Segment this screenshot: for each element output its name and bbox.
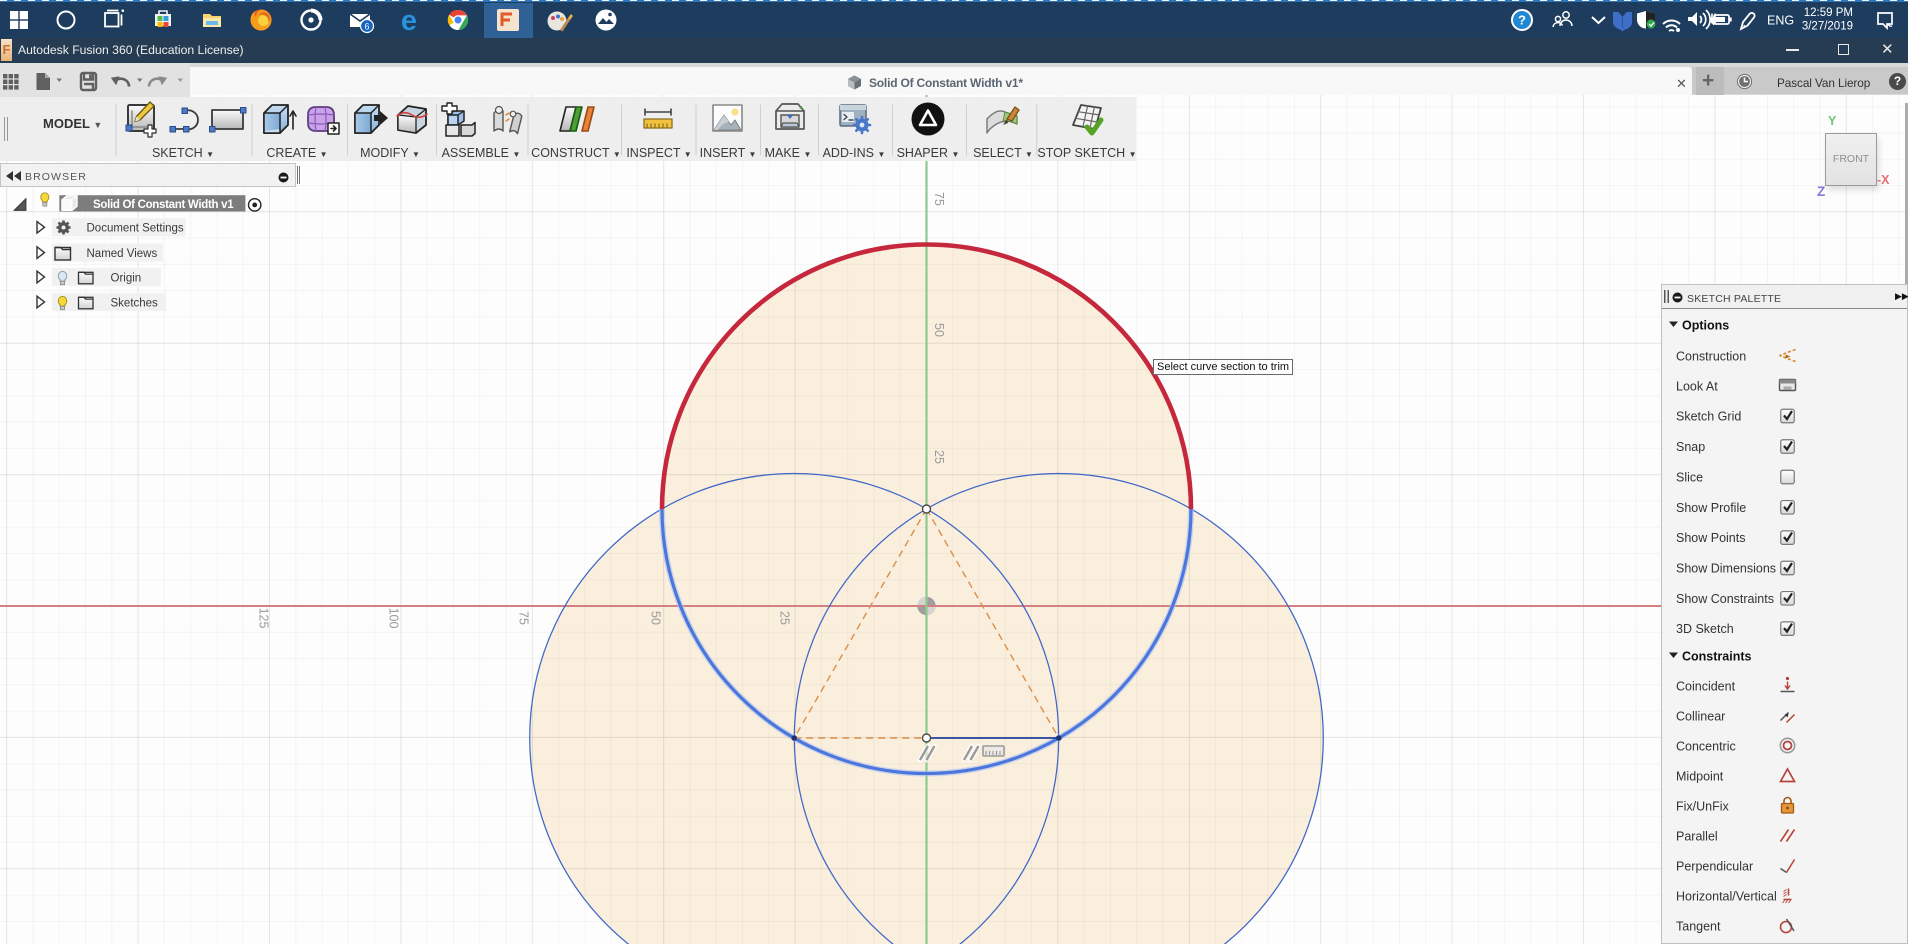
svg-text:ENG: ENG xyxy=(1767,14,1794,28)
svg-text:Snap: Snap xyxy=(1676,440,1705,454)
svg-text:6: 6 xyxy=(364,22,369,32)
svg-text:Show Profile: Show Profile xyxy=(1676,501,1746,515)
svg-text:ASSEMBLE ▼: ASSEMBLE ▼ xyxy=(442,146,521,160)
svg-text:?: ? xyxy=(1518,13,1526,28)
svg-text:Show Constraints: Show Constraints xyxy=(1676,592,1774,606)
svg-text:INSPECT ▼: INSPECT ▼ xyxy=(626,146,691,160)
svg-text:Concentric: Concentric xyxy=(1676,740,1736,754)
svg-text:50: 50 xyxy=(649,611,663,625)
svg-text:Sketches: Sketches xyxy=(111,298,159,310)
svg-text:Perpendicular: Perpendicular xyxy=(1676,860,1753,874)
svg-text:Midpoint: Midpoint xyxy=(1676,770,1724,784)
svg-text:Origin: Origin xyxy=(111,273,142,285)
svg-text:SELECT ▼: SELECT ▼ xyxy=(973,146,1033,160)
svg-text:Document Settings: Document Settings xyxy=(87,223,184,235)
svg-text:75: 75 xyxy=(932,192,946,206)
svg-text:3D Sketch: 3D Sketch xyxy=(1676,622,1734,636)
svg-text:e: e xyxy=(401,5,417,37)
svg-text:SHAPER ▼: SHAPER ▼ xyxy=(897,146,960,160)
svg-text:STOP SKETCH ▼: STOP SKETCH ▼ xyxy=(1037,146,1136,160)
svg-text:Parallel: Parallel xyxy=(1676,830,1718,844)
svg-text:Sketch Grid: Sketch Grid xyxy=(1676,410,1741,424)
svg-text:Construction: Construction xyxy=(1676,350,1746,364)
svg-text:50: 50 xyxy=(932,323,946,337)
svg-text:INSERT ▼: INSERT ▼ xyxy=(700,146,757,160)
svg-text:MODIFY ▼: MODIFY ▼ xyxy=(360,146,420,160)
svg-text:Constraints: Constraints xyxy=(1682,650,1752,664)
svg-text:25: 25 xyxy=(932,450,946,464)
svg-text:25: 25 xyxy=(778,611,792,625)
svg-text:MAKE ▼: MAKE ▼ xyxy=(765,146,812,160)
svg-text:Tangent: Tangent xyxy=(1676,920,1721,934)
svg-text:3/27/2019: 3/27/2019 xyxy=(1802,21,1853,33)
svg-text:12:59 PM: 12:59 PM xyxy=(1804,7,1853,19)
svg-text:Collinear: Collinear xyxy=(1676,710,1725,724)
svg-text:Show Dimensions: Show Dimensions xyxy=(1676,562,1776,576)
svg-text:125: 125 xyxy=(257,608,271,629)
svg-text:SKETCH ▼: SKETCH ▼ xyxy=(152,146,214,160)
svg-text:CONSTRUCT ▼: CONSTRUCT ▼ xyxy=(531,146,621,160)
svg-text:Solid Of Constant Width v1: Solid Of Constant Width v1 xyxy=(93,199,234,211)
svg-text:Coincident: Coincident xyxy=(1676,680,1736,694)
svg-text:Options: Options xyxy=(1682,319,1729,333)
svg-text:Fix/UnFix: Fix/UnFix xyxy=(1676,800,1730,814)
svg-text:Look At: Look At xyxy=(1676,380,1718,394)
svg-text:CREATE ▼: CREATE ▼ xyxy=(266,146,327,160)
svg-text:Slice: Slice xyxy=(1676,471,1703,485)
svg-text:Show Points: Show Points xyxy=(1676,531,1745,545)
svg-text:Horizontal/Vertical: Horizontal/Vertical xyxy=(1676,890,1777,904)
svg-text:100: 100 xyxy=(387,608,401,629)
svg-text:Named Views: Named Views xyxy=(87,248,158,260)
svg-text:ADD-INS ▼: ADD-INS ▼ xyxy=(823,146,886,160)
svg-text:75: 75 xyxy=(517,611,531,625)
